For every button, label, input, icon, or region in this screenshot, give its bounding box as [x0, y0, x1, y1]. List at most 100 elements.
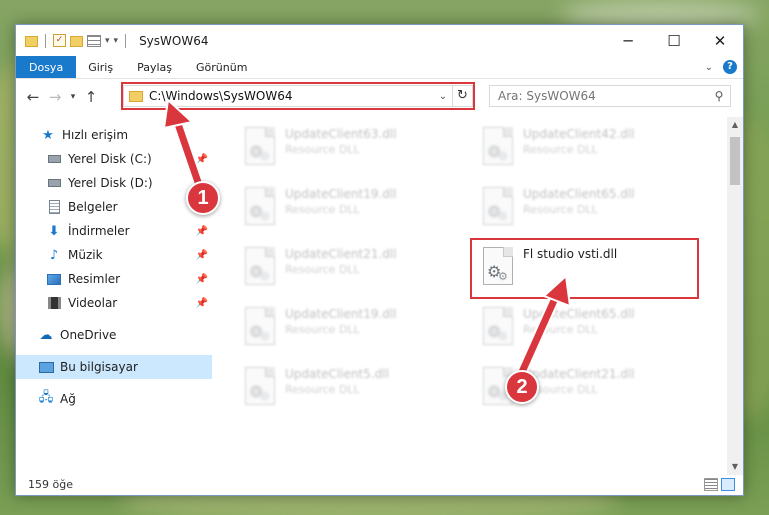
tab-view[interactable]: Görünüm [184, 56, 259, 78]
sidebar-item-network[interactable]: 🖧 Ağ [16, 387, 212, 411]
details-view-icon[interactable] [704, 478, 718, 491]
sidebar-item-label: Hızlı erişim [62, 128, 129, 142]
item-count: 159 öğe [28, 477, 73, 491]
sidebar-item-downloads[interactable]: ⬇ İndirmeler 📌 [16, 219, 212, 243]
tab-file[interactable]: Dosya [16, 56, 77, 78]
folder-icon [129, 90, 143, 102]
file-item[interactable]: ⚙ ⚙ UpdateClient63.dll Resource DLL [233, 121, 461, 173]
tab-share[interactable]: Paylaş [125, 56, 184, 78]
sidebar-item-label: Bu bilgisayar [60, 360, 138, 374]
gear-icon: ⚙ [498, 210, 508, 223]
close-button[interactable]: ✕ [697, 25, 743, 56]
dll-file-icon: ⚙ ⚙ [483, 187, 513, 225]
file-item[interactable]: ⚙ ⚙ UpdateClient19.dll Resource DLL [233, 181, 461, 233]
file-item[interactable]: ⚙ ⚙ UpdateClient65.dll Resource DLL [471, 181, 699, 233]
file-item[interactable]: ⚙ ⚙ UpdateClient21.dll Resource DLL [233, 241, 461, 293]
file-item[interactable]: ⚙ ⚙ UpdateClient65.dll Resource DLL [471, 301, 699, 353]
gear-icon: ⚙ [498, 270, 508, 283]
sidebar-item-label: Belgeler [68, 200, 118, 214]
file-type: Resource DLL [523, 143, 598, 156]
pin-icon[interactable]: 📌 [196, 226, 208, 237]
file-type: Resource DLL [285, 383, 360, 396]
back-button[interactable]: ← [22, 88, 44, 106]
gear-icon: ⚙ [260, 390, 270, 403]
file-item[interactable]: ⚙ ⚙ UpdateClient42.dll Resource DLL [471, 121, 699, 173]
window-title: SysWOW64 [139, 33, 209, 48]
file-item-target[interactable]: ⚙ ⚙ Fl studio vsti.dll [471, 241, 699, 293]
address-bar[interactable]: C:\Windows\SysWOW64 ⌄ ↻ [123, 85, 473, 107]
pictures-icon [46, 271, 62, 287]
maximize-button[interactable]: ☐ [651, 25, 697, 56]
file-type: Resource DLL [523, 323, 598, 336]
tab-home[interactable]: Giriş [76, 56, 125, 78]
sidebar-item-documents[interactable]: Belgeler [16, 195, 212, 219]
sidebar-item-local-disk-c[interactable]: Yerel Disk (C:) 📌 [16, 147, 212, 171]
recent-locations-button[interactable]: ▾ [66, 92, 80, 102]
sidebar-item-videos[interactable]: Videolar 📌 [16, 291, 212, 315]
sidebar-item-label: Ağ [60, 392, 76, 406]
status-bar: 159 öğe [16, 473, 743, 495]
help-icon[interactable]: ? [723, 60, 737, 74]
dll-file-icon: ⚙ ⚙ [245, 367, 275, 405]
file-item[interactable]: ⚙ ⚙ UpdateClient19.dll Resource DLL [233, 301, 461, 353]
pin-icon[interactable]: 📌 [196, 250, 208, 261]
pin-icon[interactable]: 📌 [196, 298, 208, 309]
folder-icon [25, 36, 38, 47]
scrollbar-thumb[interactable] [730, 137, 740, 185]
sidebar-item-label: Resimler [68, 272, 121, 286]
sidebar-item-local-disk-d[interactable]: Yerel Disk (D:) [16, 171, 212, 195]
sidebar-item-label: Yerel Disk (C:) [68, 152, 152, 166]
chevron-down-icon[interactable]: ▾ [105, 36, 110, 46]
title-bar: ✓ ▾ ▾ SysWOW64 ─ ☐ ✕ [16, 25, 743, 56]
gear-icon: ⚙ [498, 150, 508, 163]
file-type: Resource DLL [285, 203, 360, 216]
sidebar-item-quick-access[interactable]: ★ Hızlı erişim [16, 123, 212, 147]
search-input[interactable] [498, 89, 708, 103]
address-path[interactable]: C:\Windows\SysWOW64 [149, 89, 434, 103]
file-item[interactable]: ⚙ ⚙ UpdateClient5.dll Resource DLL [233, 361, 461, 413]
minimize-button[interactable]: ─ [605, 25, 651, 56]
dll-file-icon: ⚙ ⚙ [245, 307, 275, 345]
sidebar-item-music[interactable]: ♪ Müzik 📌 [16, 243, 212, 267]
up-button[interactable]: ↑ [80, 88, 102, 106]
search-box: ⚲ [489, 85, 731, 107]
file-type: Resource DLL [285, 263, 360, 276]
toolbar-separator [125, 33, 127, 48]
properties-icon[interactable]: ✓ [53, 34, 66, 47]
file-name: UpdateClient65.dll [523, 307, 635, 321]
file-name: UpdateClient65.dll [523, 187, 635, 201]
close-icon: ✕ [713, 31, 727, 50]
expand-ribbon-icon[interactable]: ⌄ [705, 62, 713, 73]
ribbon-right: ⌄ ? [705, 56, 743, 78]
sidebar-item-pictures[interactable]: Resimler 📌 [16, 267, 212, 291]
pin-icon[interactable]: 📌 [196, 154, 208, 165]
forward-button[interactable]: → [44, 88, 66, 106]
quick-access-toolbar: ✓ ▾ ▾ [25, 33, 129, 48]
download-icon: ⬇ [48, 223, 60, 239]
maximize-icon: ☐ [667, 31, 681, 50]
customize-toolbar-icon[interactable]: ▾ [114, 36, 119, 46]
sidebar-item-this-pc[interactable]: Bu bilgisayar [16, 355, 212, 379]
new-folder-icon[interactable] [70, 36, 83, 47]
sidebar-item-label: OneDrive [60, 328, 117, 342]
sidebar-item-onedrive[interactable]: ☁ OneDrive [16, 323, 212, 347]
view-switcher [704, 478, 735, 491]
large-icons-view-icon[interactable] [721, 478, 735, 491]
sidebar-item-label: Yerel Disk (D:) [68, 176, 153, 190]
refresh-button[interactable]: ↻ [452, 86, 472, 106]
sidebar-item-label: Videolar [68, 296, 118, 310]
file-name: UpdateClient19.dll [285, 187, 397, 201]
toolbar-separator [45, 33, 46, 48]
search-icon[interactable]: ⚲ [708, 89, 730, 103]
dll-file-icon: ⚙ ⚙ [483, 307, 513, 345]
navigation-pane: ★ Hızlı erişim Yerel Disk (C:) 📌 Yerel D… [16, 117, 212, 475]
scroll-up-icon[interactable]: ▲ [727, 117, 743, 133]
dll-file-icon: ⚙ ⚙ [483, 247, 513, 285]
view-icon[interactable] [87, 34, 101, 47]
star-icon: ★ [42, 127, 54, 143]
vertical-scrollbar[interactable]: ▲ ▼ [727, 117, 743, 475]
window-controls: ─ ☐ ✕ [605, 25, 743, 56]
sidebar-item-label: İndirmeler [68, 224, 130, 238]
pin-icon[interactable]: 📌 [196, 274, 208, 285]
address-history-dropdown[interactable]: ⌄ [434, 91, 452, 102]
